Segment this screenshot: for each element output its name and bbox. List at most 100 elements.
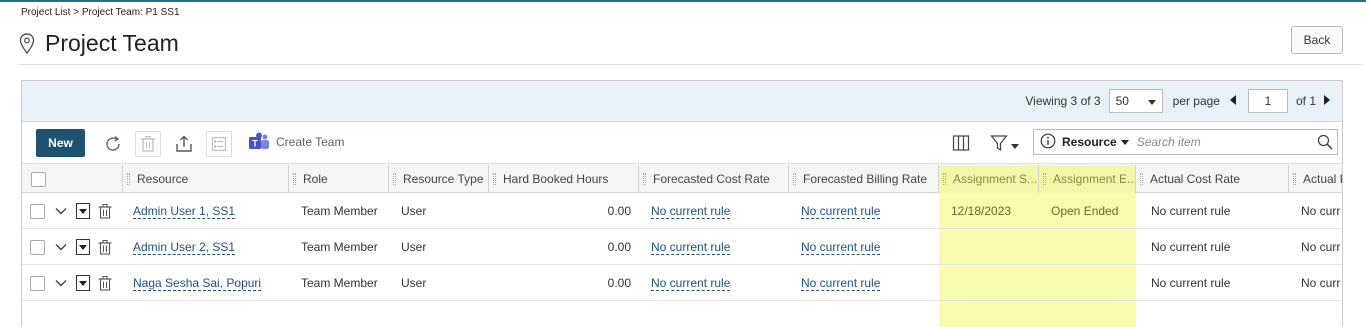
resize-grip-icon[interactable] bbox=[643, 173, 646, 185]
cell-role: Team Member bbox=[301, 240, 378, 254]
cell-assignment-end: Open Ended bbox=[1051, 204, 1119, 218]
resize-grip-icon[interactable] bbox=[1043, 173, 1046, 185]
cell-resource-type: User bbox=[401, 276, 427, 290]
cell-forecasted-billing-rate[interactable]: No current rule bbox=[801, 265, 881, 301]
fbr-link[interactable]: No current rule bbox=[801, 240, 881, 255]
expand-chevron-icon[interactable] bbox=[54, 240, 68, 254]
page-number-input[interactable]: 1 bbox=[1247, 89, 1288, 113]
fbr-link[interactable]: No current rule bbox=[801, 276, 881, 291]
resize-grip-icon[interactable] bbox=[793, 173, 796, 185]
row-controls bbox=[30, 239, 112, 255]
row-delete-icon[interactable] bbox=[98, 275, 112, 291]
title-divider bbox=[19, 64, 1362, 65]
table-row[interactable]: Admin User 1, SS1 Team Member User 0.00 … bbox=[22, 193, 1342, 229]
search-box[interactable]: Resource Search item bbox=[1033, 129, 1338, 155]
row-checkbox[interactable] bbox=[30, 203, 45, 219]
cell-forecasted-billing-rate[interactable]: No current rule bbox=[801, 193, 881, 229]
cell-actual-cost-rate: No current rule bbox=[1151, 240, 1231, 254]
teams-logo-icon: T bbox=[248, 132, 270, 152]
resource-link[interactable]: Naga Sesha Sai, Popuri bbox=[133, 276, 262, 291]
next-page-icon[interactable] bbox=[1320, 94, 1334, 108]
header-assignment-start[interactable]: Assignment S... bbox=[939, 165, 1039, 193]
fcr-link[interactable]: No current rule bbox=[651, 240, 731, 255]
cell-role: Team Member bbox=[301, 276, 378, 290]
cell-resource[interactable]: Naga Sesha Sai, Popuri bbox=[133, 265, 262, 301]
export-icon[interactable] bbox=[171, 131, 197, 157]
resize-grip-icon[interactable] bbox=[1140, 173, 1143, 185]
expand-chevron-icon[interactable] bbox=[54, 204, 68, 218]
header-label: Forecasted Billing Rate bbox=[803, 172, 928, 186]
create-team-button[interactable]: T Create Team bbox=[248, 132, 344, 152]
fbr-link[interactable]: No current rule bbox=[801, 204, 881, 219]
fcr-link[interactable]: No current rule bbox=[651, 276, 731, 291]
resource-link[interactable]: Admin User 1, SS1 bbox=[133, 204, 236, 219]
resize-grip-icon[interactable] bbox=[943, 173, 946, 185]
cell-resource-type: User bbox=[401, 204, 427, 218]
header-hard-booked-hours[interactable]: Hard Booked Hours bbox=[489, 165, 639, 193]
table-row[interactable]: Admin User 2, SS1 Team Member User 0.00 … bbox=[22, 229, 1342, 265]
row-delete-icon[interactable] bbox=[98, 203, 112, 219]
prev-page-icon[interactable] bbox=[1226, 94, 1240, 108]
chevron-down-icon[interactable] bbox=[1120, 138, 1129, 147]
header-assignment-end[interactable]: Assignment E... bbox=[1039, 165, 1136, 193]
viewing-count: Viewing 3 of 3 bbox=[1025, 94, 1100, 108]
table-header: Resource Role Resource Type Hard Booked … bbox=[22, 165, 1342, 193]
cell-actual-billing-rate: No curr bbox=[1301, 240, 1341, 254]
cell-forecasted-cost-rate[interactable]: No current rule bbox=[651, 193, 731, 229]
search-field-select[interactable]: Resource bbox=[1062, 135, 1117, 149]
table-row[interactable]: Naga Sesha Sai, Popuri Team Member User … bbox=[22, 265, 1342, 301]
row-menu-button[interactable] bbox=[76, 203, 90, 219]
fcr-link[interactable]: No current rule bbox=[651, 204, 731, 219]
cell-resource-type: User bbox=[401, 240, 427, 254]
header-forecasted-cost-rate[interactable]: Forecasted Cost Rate bbox=[639, 165, 789, 193]
info-icon bbox=[1040, 133, 1056, 152]
new-button[interactable]: New bbox=[36, 129, 85, 157]
resize-grip-icon[interactable] bbox=[393, 173, 396, 185]
breadcrumb-project-list[interactable]: Project List bbox=[21, 7, 70, 18]
row-checkbox[interactable] bbox=[30, 239, 45, 255]
filter-button[interactable] bbox=[990, 134, 1019, 155]
resize-grip-icon[interactable] bbox=[493, 173, 496, 185]
header-role[interactable]: Role bbox=[289, 165, 389, 193]
cell-forecasted-cost-rate[interactable]: No current rule bbox=[651, 265, 731, 301]
row-delete-icon[interactable] bbox=[98, 239, 112, 255]
cell-forecasted-cost-rate[interactable]: No current rule bbox=[651, 229, 731, 265]
cell-forecasted-billing-rate[interactable]: No current rule bbox=[801, 229, 881, 265]
select-all-checkbox[interactable] bbox=[31, 171, 46, 187]
row-menu-button[interactable] bbox=[76, 275, 90, 291]
resource-link[interactable]: Admin User 2, SS1 bbox=[133, 240, 236, 255]
header-label: Assignment S... bbox=[953, 172, 1038, 186]
refresh-icon[interactable] bbox=[100, 131, 126, 157]
location-pin-icon bbox=[19, 32, 35, 55]
per-page-select[interactable]: 50 bbox=[1108, 89, 1163, 113]
cell-hard-booked-hours: 0.00 bbox=[607, 204, 631, 218]
resize-grip-icon[interactable] bbox=[1293, 173, 1296, 185]
cell-role: Team Member bbox=[301, 204, 378, 218]
header-actual-billing-rate[interactable]: Actual I bbox=[1289, 165, 1342, 193]
header-forecasted-billing-rate[interactable]: Forecasted Billing Rate bbox=[789, 165, 939, 193]
chevron-down-icon bbox=[1011, 138, 1019, 152]
expand-chevron-icon[interactable] bbox=[54, 276, 68, 290]
column-chooser-icon[interactable] bbox=[952, 134, 970, 155]
checklist-icon[interactable] bbox=[206, 131, 232, 157]
header-label: Actual I bbox=[1303, 172, 1342, 186]
search-icon[interactable] bbox=[1317, 134, 1333, 150]
row-controls bbox=[30, 203, 112, 219]
breadcrumb-separator: > bbox=[73, 7, 80, 18]
search-input[interactable]: Search item bbox=[1137, 135, 1317, 149]
cell-resource[interactable]: Admin User 2, SS1 bbox=[133, 229, 236, 265]
viewing-of: of bbox=[1080, 94, 1091, 108]
header-actual-cost-rate[interactable]: Actual Cost Rate bbox=[1136, 165, 1289, 193]
row-menu-button[interactable] bbox=[76, 239, 90, 255]
total-pages-label: of 1 bbox=[1295, 94, 1316, 108]
header-select-all bbox=[22, 165, 123, 193]
resize-grip-icon[interactable] bbox=[293, 173, 296, 185]
header-resource[interactable]: Resource bbox=[123, 165, 289, 193]
cell-resource[interactable]: Admin User 1, SS1 bbox=[133, 193, 236, 229]
resize-grip-icon[interactable] bbox=[127, 173, 130, 185]
row-checkbox[interactable] bbox=[30, 275, 45, 291]
header-resource-type[interactable]: Resource Type bbox=[389, 165, 489, 193]
delete-icon[interactable] bbox=[135, 131, 161, 157]
viewing-current: 3 bbox=[1070, 94, 1078, 108]
back-button[interactable]: Back bbox=[1291, 26, 1343, 54]
